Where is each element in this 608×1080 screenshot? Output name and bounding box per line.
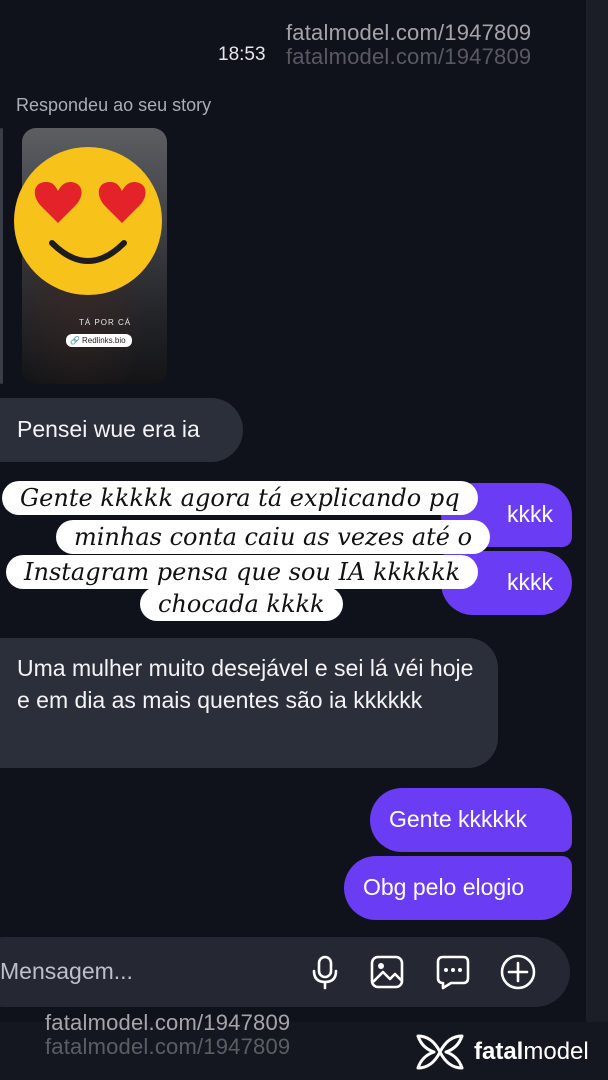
link-icon: 🔗 xyxy=(70,336,80,345)
brand-name-rest: model xyxy=(523,1038,589,1065)
message-incoming[interactable]: Uma mulher muito desejável e sei lá véi … xyxy=(0,638,498,768)
watermark-bottom-shadow: fatalmodel.com/1947809 xyxy=(45,1034,291,1059)
sticker-icon[interactable] xyxy=(435,954,471,990)
message-outgoing[interactable]: Obg pelo elogio xyxy=(344,856,572,920)
watermark-top-shadow: fatalmodel.com/1947809 xyxy=(286,44,532,69)
watermark-bottom: fatalmodel.com/1947809 xyxy=(45,1010,291,1035)
overlay-caption-line: chocada kkkk xyxy=(140,587,343,621)
overlay-caption-line: Instagram pensa que sou IA kkkkkk xyxy=(6,555,479,589)
overlay-caption-line: minhas conta caiu as vezes até o xyxy=(56,520,491,554)
plus-icon[interactable] xyxy=(500,954,536,990)
screen-edge xyxy=(586,0,608,1080)
story-link-label: Redlinks.bio xyxy=(81,336,126,345)
story-reply-label: Respondeu ao seu story xyxy=(16,95,212,115)
fatalmodel-logo: fatalmodel xyxy=(414,1032,589,1072)
story-reply-bar xyxy=(0,128,3,384)
message-input[interactable]: Mensagem... xyxy=(0,958,133,985)
brand-name: fatalmodel xyxy=(474,1038,589,1066)
story-link-chip: 🔗 Redlinks.bio xyxy=(66,334,132,347)
image-icon[interactable] xyxy=(369,954,405,990)
message-timestamp: 18:53 xyxy=(218,44,266,65)
overlay-caption-line: Gente kkkkk agora tá explicando pq xyxy=(2,481,478,515)
message-composer[interactable]: Mensagem... xyxy=(0,937,570,1007)
brand-name-bold: fatal xyxy=(474,1038,524,1065)
message-incoming[interactable]: Pensei wue era ia xyxy=(0,398,243,462)
watermark-top: fatalmodel.com/1947809 xyxy=(286,20,532,45)
microphone-icon[interactable] xyxy=(307,954,343,990)
butterfly-logo-icon xyxy=(416,1034,464,1070)
message-outgoing[interactable]: Gente kkkkkk xyxy=(370,788,572,852)
story-caption: TÁ POR CÁ xyxy=(79,318,132,327)
heart-eyes-emoji-icon xyxy=(14,147,162,295)
